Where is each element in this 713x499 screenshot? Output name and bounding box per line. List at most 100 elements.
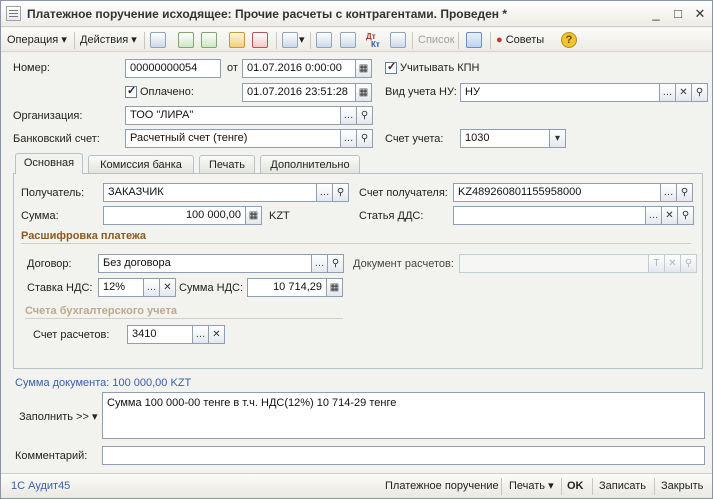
settle-doc-field <box>459 254 649 273</box>
org-field[interactable]: ТОО "ЛИРА" <box>125 106 341 125</box>
ok-button[interactable]: OK <box>567 477 584 495</box>
contract-label: Договор: <box>27 258 72 270</box>
select-ellipsis-icon[interactable]: … <box>193 325 209 344</box>
maximize-button[interactable]: □ <box>670 6 686 22</box>
calendar-icon[interactable]: ▦ <box>356 83 372 102</box>
select-ellipsis-icon[interactable]: … <box>317 183 333 202</box>
nu-type-field[interactable]: НУ <box>460 83 660 102</box>
tips-icon: ● <box>496 34 503 46</box>
toolbar-separator <box>592 478 593 495</box>
sum-label: Сумма: <box>21 210 59 222</box>
chevron-down-icon[interactable]: ▾ <box>550 129 566 148</box>
document-sum: Сумма документа: 100 000,00 KZT <box>15 377 192 389</box>
toolbar-separator <box>310 32 311 49</box>
tab-bank-commission[interactable]: Комиссия банка <box>88 155 194 174</box>
accounts-title: Счета бухгалтерского учета <box>25 305 178 317</box>
clear-icon[interactable]: ✕ <box>676 83 692 102</box>
bottom-bar: 1С Аудит45 Платежное поручение Печать ▾ … <box>1 473 712 498</box>
kpn-checkbox[interactable] <box>385 60 397 74</box>
select-ellipsis-icon[interactable]: … <box>312 254 328 273</box>
go-to-icon[interactable] <box>282 32 298 48</box>
print-button[interactable]: Печать ▾ <box>509 477 554 495</box>
sum-field[interactable]: 100 000,00 <box>103 206 246 225</box>
post-icon[interactable] <box>229 32 245 48</box>
select-ellipsis-icon[interactable]: … <box>661 183 677 202</box>
payment-order-button[interactable]: Платежное поручение <box>385 477 499 495</box>
open-icon[interactable]: ⚲ <box>357 106 373 125</box>
report-icon[interactable] <box>390 32 406 48</box>
number-field[interactable]: 00000000054 <box>125 59 221 78</box>
clear-icon[interactable]: ✕ <box>662 206 678 225</box>
clear-icon[interactable]: ✕ <box>160 278 176 297</box>
actions-menu[interactable]: Действия ▾ <box>80 31 137 49</box>
tab-print[interactable]: Печать <box>199 155 255 174</box>
comment-field[interactable] <box>102 446 705 465</box>
currency-label: KZT <box>269 210 290 222</box>
operation-menu[interactable]: Операция ▾ <box>7 31 67 49</box>
vat-rate-field[interactable]: 12% <box>98 278 144 297</box>
tab-main[interactable]: Основная <box>15 153 83 174</box>
contract-field[interactable]: Без договора <box>98 254 312 273</box>
paid-checkbox[interactable] <box>125 84 137 98</box>
minimize-button[interactable]: _ <box>648 6 664 22</box>
structure-icon[interactable] <box>316 32 332 48</box>
open-icon[interactable]: ⚲ <box>357 129 373 148</box>
toolbar-separator <box>276 32 277 49</box>
window-title: Платежное поручение исходящее: Прочие ра… <box>27 7 508 21</box>
payment-purpose-field[interactable]: Сумма 100 000-00 тенге в т.ч. НДС(12%) 1… <box>102 392 705 439</box>
fill-label: Заполнить >> <box>19 411 89 423</box>
save-button[interactable]: Записать <box>599 477 646 495</box>
toolbar-separator <box>412 32 413 49</box>
open-icon[interactable]: ⚲ <box>333 183 349 202</box>
close-form-button[interactable]: Закрыть <box>661 477 703 495</box>
date-field[interactable]: 01.07.2016 0:00:00 <box>242 59 356 78</box>
open-icon[interactable]: ⚲ <box>677 183 693 202</box>
toolbar-separator <box>490 32 491 49</box>
settle-account-field[interactable]: 3410 <box>127 325 193 344</box>
toolbar-separator <box>458 32 459 49</box>
dropdown-arrow-icon[interactable]: ▾ <box>299 31 305 49</box>
calendar-icon[interactable]: ▦ <box>356 59 372 78</box>
open-icon[interactable]: ⚲ <box>328 254 344 273</box>
copy-icon[interactable] <box>201 32 217 48</box>
checklist-icon[interactable] <box>340 32 356 48</box>
breakdown-title: Расшифровка платежа <box>21 230 147 242</box>
hierarchy-icon[interactable] <box>466 32 482 48</box>
select-ellipsis-icon[interactable]: … <box>341 129 357 148</box>
calculator-icon[interactable]: ▦ <box>327 278 343 297</box>
select-ellipsis-icon[interactable]: … <box>646 206 662 225</box>
select-ellipsis-icon[interactable]: … <box>144 278 160 297</box>
audit-link[interactable]: 1С Аудит45 <box>11 477 70 495</box>
recipient-account-field[interactable]: KZ489260801155958000 <box>453 183 661 202</box>
fill-button[interactable]: Заполнить >> ▾ <box>19 410 98 423</box>
vat-sum-label: Сумма НДС: <box>179 282 244 294</box>
document-icon <box>6 6 21 21</box>
tips-button[interactable]: ● Советы <box>496 31 544 49</box>
post-and-close-icon[interactable] <box>150 32 166 48</box>
comment-label: Комментарий: <box>15 450 88 462</box>
open-icon[interactable]: ⚲ <box>678 206 694 225</box>
vat-sum-field[interactable]: 10 714,29 <box>247 278 327 297</box>
calculator-icon[interactable]: ▦ <box>246 206 262 225</box>
dt-kt-icon[interactable]: Дт Кт <box>366 33 380 51</box>
list-button[interactable]: Список <box>418 31 455 49</box>
bank-label: Банковский счет: <box>13 133 100 145</box>
help-icon[interactable]: ? <box>561 32 577 48</box>
toolbar-separator <box>654 478 655 495</box>
account-field[interactable]: 1030 <box>460 129 550 148</box>
select-ellipsis-icon[interactable]: … <box>660 83 676 102</box>
recipient-field[interactable]: ЗАКАЗЧИК <box>103 183 317 202</box>
close-button[interactable]: ✕ <box>692 6 708 22</box>
bank-field[interactable]: Расчетный счет (тенге) <box>125 129 341 148</box>
tips-label: Советы <box>505 34 545 46</box>
open-icon[interactable]: ⚲ <box>692 83 708 102</box>
tab-additional[interactable]: Дополнительно <box>260 155 360 174</box>
clear-icon[interactable]: ✕ <box>209 325 225 344</box>
dds-field[interactable] <box>453 206 646 225</box>
paid-date-field[interactable]: 01.07.2016 23:51:28 <box>242 83 356 102</box>
unpost-icon[interactable] <box>252 32 268 48</box>
accounts-divider <box>25 318 343 319</box>
select-ellipsis-icon[interactable]: … <box>341 106 357 125</box>
number-label: Номер: <box>13 62 50 74</box>
refresh-icon[interactable] <box>178 32 194 48</box>
